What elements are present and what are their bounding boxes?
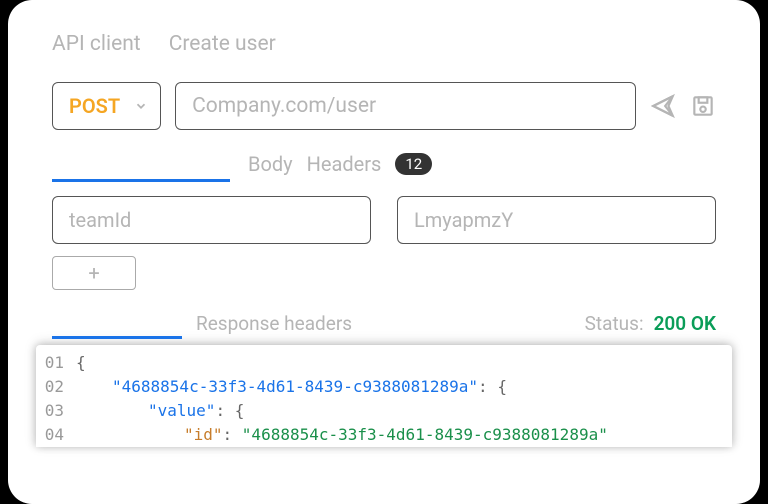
active-tab-indicator — [52, 179, 230, 182]
response-body-code: 01 { 02 "4688854c-33f3-4d61-8439-c938808… — [36, 345, 732, 447]
tab-response-headers[interactable]: Response headers — [196, 312, 352, 335]
response-active-tab-indicator — [52, 336, 182, 339]
line-number: 02 — [36, 375, 76, 399]
line-number: 01 — [36, 351, 76, 375]
kv-key-input[interactable]: teamId — [52, 196, 371, 244]
code-token: "value" — [148, 401, 215, 420]
code-token: "id" — [184, 425, 223, 444]
request-tabs: Body Headers 12 — [52, 152, 716, 176]
tab-body[interactable]: Body — [248, 152, 293, 176]
code-token: "4688854c-33f3-4d61-8439-c9388081289a" — [112, 377, 478, 396]
send-icon — [650, 93, 676, 119]
tab-headers[interactable]: Headers — [307, 152, 382, 176]
method-label: POST — [69, 94, 120, 118]
code-line: 01 { — [36, 351, 732, 375]
status-value: 200 OK — [654, 312, 716, 335]
code-line: 03 "value": { — [36, 399, 732, 423]
code-token: : { — [215, 401, 244, 420]
response-header-row: Response headers Status: 200 OK — [52, 312, 716, 335]
url-input[interactable]: Company.com/user — [175, 82, 636, 130]
status-label: Status: — [585, 312, 644, 335]
code-token: : { — [478, 377, 507, 396]
url-value: Company.com/user — [192, 94, 376, 118]
kv-value-input[interactable]: LmyapmzY — [397, 196, 716, 244]
line-number: 04 — [36, 423, 76, 447]
code-token: : — [223, 425, 242, 444]
send-button[interactable] — [650, 93, 676, 119]
save-button[interactable] — [690, 93, 716, 119]
kv-row: teamId LmyapmzY — [52, 196, 716, 244]
request-row: POST Company.com/user — [52, 82, 716, 130]
code-token: "4688854c-33f3-4d61-8439-c9388081289a" — [242, 425, 608, 444]
code-line: 02 "4688854c-33f3-4d61-8439-c9388081289a… — [36, 375, 732, 399]
line-number: 03 — [36, 399, 76, 423]
api-client-card: API client Create user POST Company.com/… — [8, 0, 760, 504]
code-token: { — [76, 351, 86, 375]
breadcrumb: API client Create user — [52, 32, 716, 56]
breadcrumb-item[interactable]: API client — [52, 32, 141, 56]
chevron-down-icon — [134, 99, 148, 113]
headers-count-badge: 12 — [395, 153, 432, 175]
breadcrumb-item[interactable]: Create user — [169, 32, 276, 56]
kv-key-value: teamId — [69, 208, 131, 232]
save-icon — [690, 93, 716, 119]
method-select[interactable]: POST — [52, 82, 161, 130]
plus-icon: + — [88, 261, 99, 285]
code-line: 04 "id": "4688854c-33f3-4d61-8439-c93880… — [36, 423, 732, 447]
add-kv-button[interactable]: + — [52, 256, 136, 290]
status-wrap: Status: 200 OK — [585, 312, 716, 335]
kv-value-value: LmyapmzY — [414, 208, 513, 232]
